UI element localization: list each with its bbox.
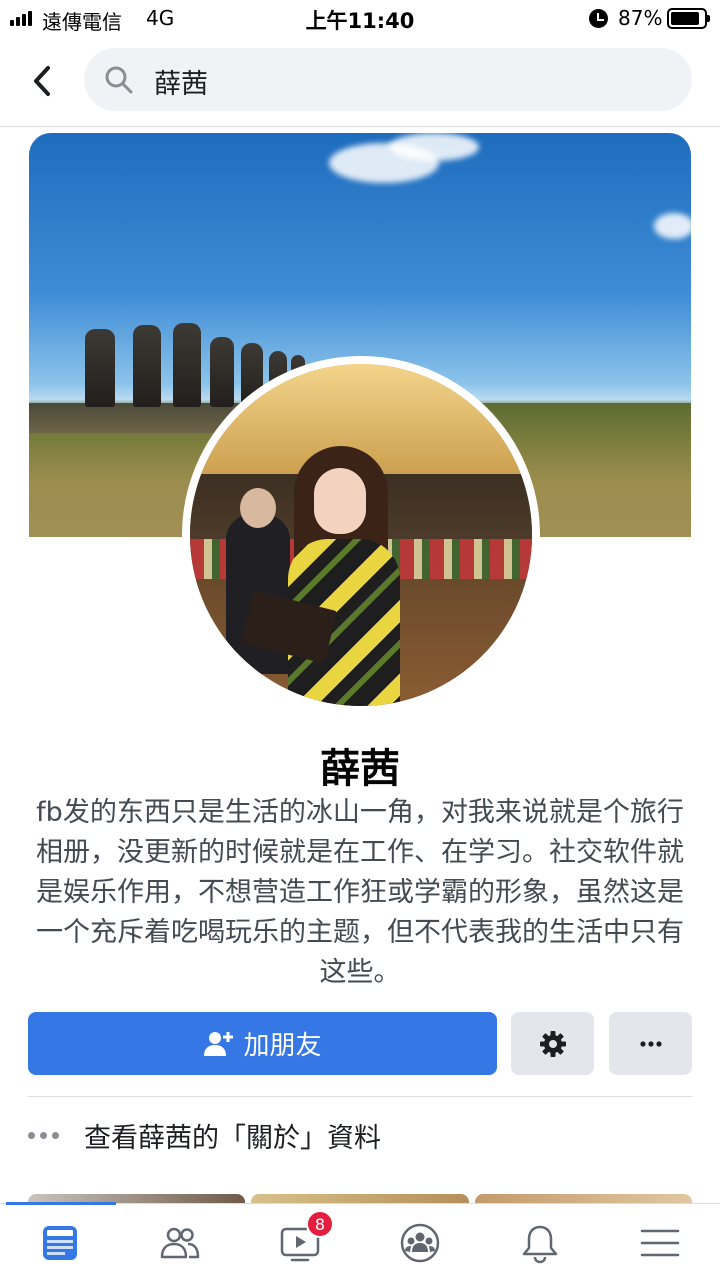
search-query: 薛茜 (154, 69, 208, 100)
moai-statue (85, 329, 115, 407)
add-friend-button[interactable]: 加朋友 (28, 1012, 497, 1075)
person-plus-icon (204, 1031, 234, 1056)
search-icon (105, 66, 133, 94)
avatar-person-face (314, 468, 366, 534)
battery-percent: 87% (618, 6, 663, 30)
tab-friends[interactable] (120, 1204, 240, 1280)
tab-watch[interactable]: 8 (240, 1204, 360, 1280)
chevron-left-icon (34, 66, 50, 96)
battery-icon (667, 8, 710, 29)
battery-fill (671, 12, 699, 25)
tab-groups[interactable] (360, 1204, 480, 1280)
status-bar: 遠傳電信 4G 上午11:40 87% (0, 0, 720, 38)
add-friend-label: 加朋友 (243, 1031, 322, 1061)
friends-icon (160, 1227, 200, 1258)
menu-icon (640, 1229, 680, 1256)
bell-icon (522, 1225, 558, 1263)
about-label: 查看薛茜的「關於」資料 (84, 1122, 381, 1154)
profile-name: 薛茜 (320, 746, 400, 792)
notification-badge: 8 (306, 1210, 334, 1238)
profile-bio: fb发的东西只是生活的冰山一角，对我来说就是个旅行相册，没更新的时候就是在工作、… (36, 797, 684, 988)
gear-icon (539, 1030, 566, 1057)
search-input[interactable]: 薛茜 (84, 48, 692, 111)
back-button[interactable] (22, 58, 62, 104)
more-horizontal-icon (639, 1040, 662, 1047)
tab-notifications[interactable] (480, 1204, 600, 1280)
alarm-icon (589, 9, 608, 28)
cloud (654, 213, 691, 239)
tab-menu[interactable] (600, 1204, 720, 1280)
avatar[interactable] (190, 364, 532, 706)
news-feed-icon (43, 1225, 77, 1260)
clock: 上午11:40 (305, 9, 415, 33)
tab-news-feed[interactable] (0, 1204, 120, 1280)
header-divider (0, 126, 720, 127)
more-dots-icon (28, 1131, 66, 1139)
avatar-background-person-head (240, 488, 276, 528)
moai-statue (133, 325, 161, 407)
about-link[interactable]: 查看薛茜的「關於」資料 (28, 1115, 381, 1155)
cloud (389, 133, 479, 161)
bottom-tab-bar: 8 (0, 1202, 720, 1280)
more-options-button[interactable] (609, 1012, 692, 1075)
settings-button[interactable] (511, 1012, 594, 1075)
section-divider (28, 1096, 692, 1097)
groups-icon (400, 1223, 440, 1262)
